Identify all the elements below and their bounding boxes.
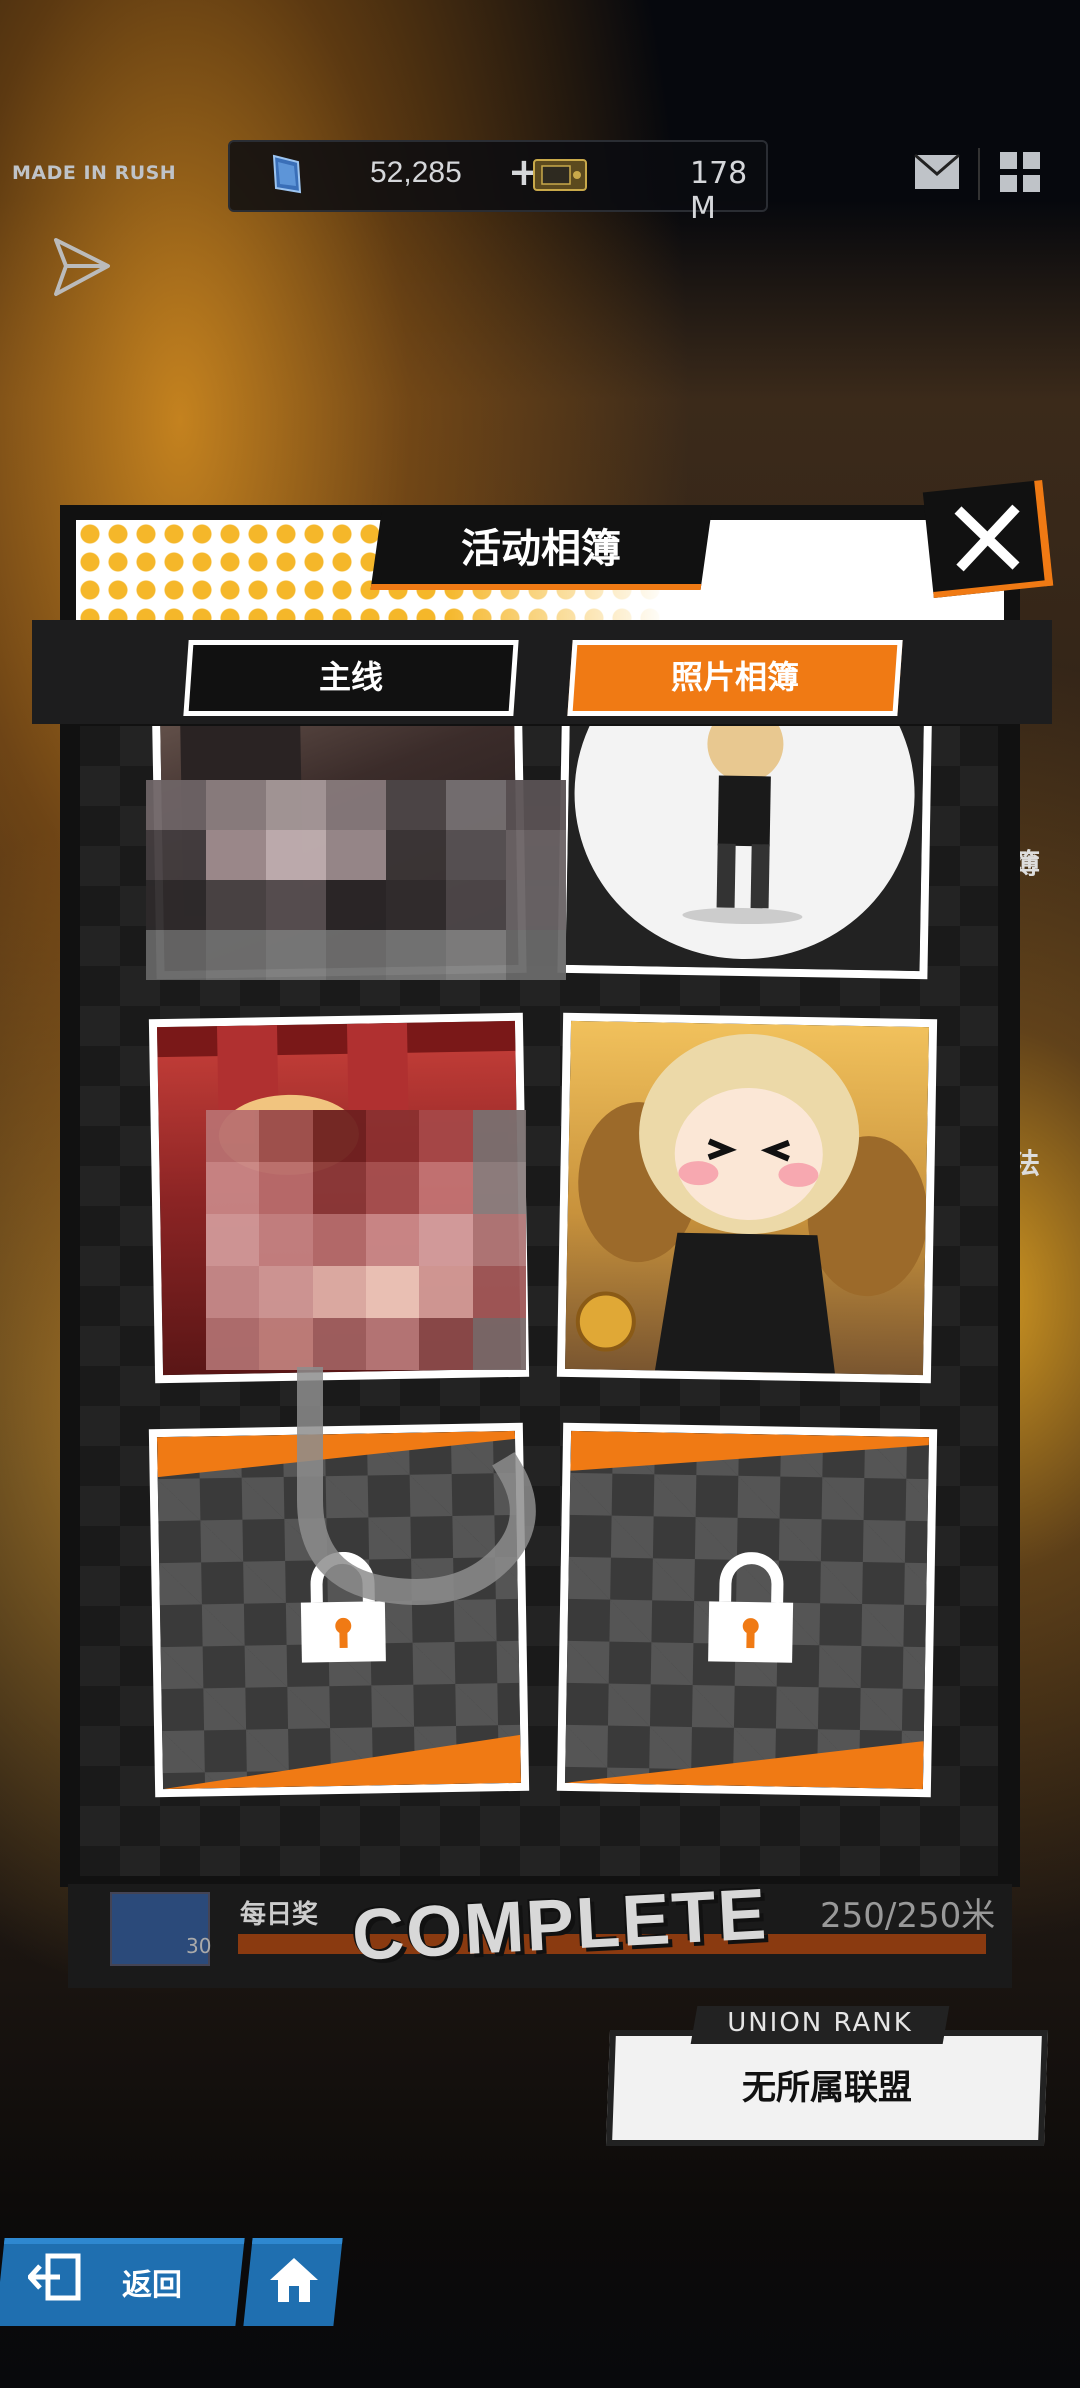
top-bar: MADE IN RUSH 52,285 + 178 M <box>0 140 1080 226</box>
union-rank-label: UNION RANK <box>727 2008 913 2038</box>
currency-panel: 52,285 + 178 M <box>228 140 768 226</box>
back-label[interactable]: 返回 <box>122 2260 182 2304</box>
tab-photo-album-label: 照片相簿 <box>671 658 800 696</box>
censor-mosaic-b <box>206 1110 526 1370</box>
chibi-photo-4 <box>575 1034 928 1374</box>
tab-main-story-label: 主线 <box>319 658 384 696</box>
photo-card-4[interactable] <box>556 1012 938 1384</box>
tab-main-story[interactable]: 主线 <box>183 640 519 716</box>
lock-icon <box>708 1552 794 1663</box>
close-icon[interactable] <box>948 498 1028 578</box>
share-icon[interactable] <box>52 236 112 298</box>
chibi-photo-2 <box>574 726 915 959</box>
divider <box>978 148 980 200</box>
daily-reward-label: 每日奖 <box>240 1900 319 1930</box>
photo-card-2[interactable] <box>557 726 933 980</box>
credit-count: 178 M <box>690 156 748 226</box>
photo-card-6-locked[interactable] <box>556 1422 938 1798</box>
union-name: 无所属联盟 <box>742 2068 912 2108</box>
gem-icon <box>272 154 302 194</box>
exit-icon[interactable] <box>28 2252 82 2302</box>
menu-grid-icon[interactable] <box>1000 152 1040 192</box>
reward-count: 30 <box>186 1934 212 1958</box>
credit-icon <box>533 159 587 191</box>
gem-count: 52,285 <box>370 156 462 189</box>
tab-photo-album[interactable]: 照片相簿 <box>567 640 903 716</box>
progress-value: 250/250米 <box>820 1896 996 1936</box>
censor-mosaic-a <box>146 780 566 980</box>
censor-tail <box>297 1367 536 1605</box>
home-icon[interactable] <box>268 2256 320 2304</box>
brand-label: MADE IN RUSH <box>12 162 177 184</box>
mail-icon[interactable] <box>914 154 960 190</box>
modal-title: 活动相簿 <box>461 526 621 572</box>
